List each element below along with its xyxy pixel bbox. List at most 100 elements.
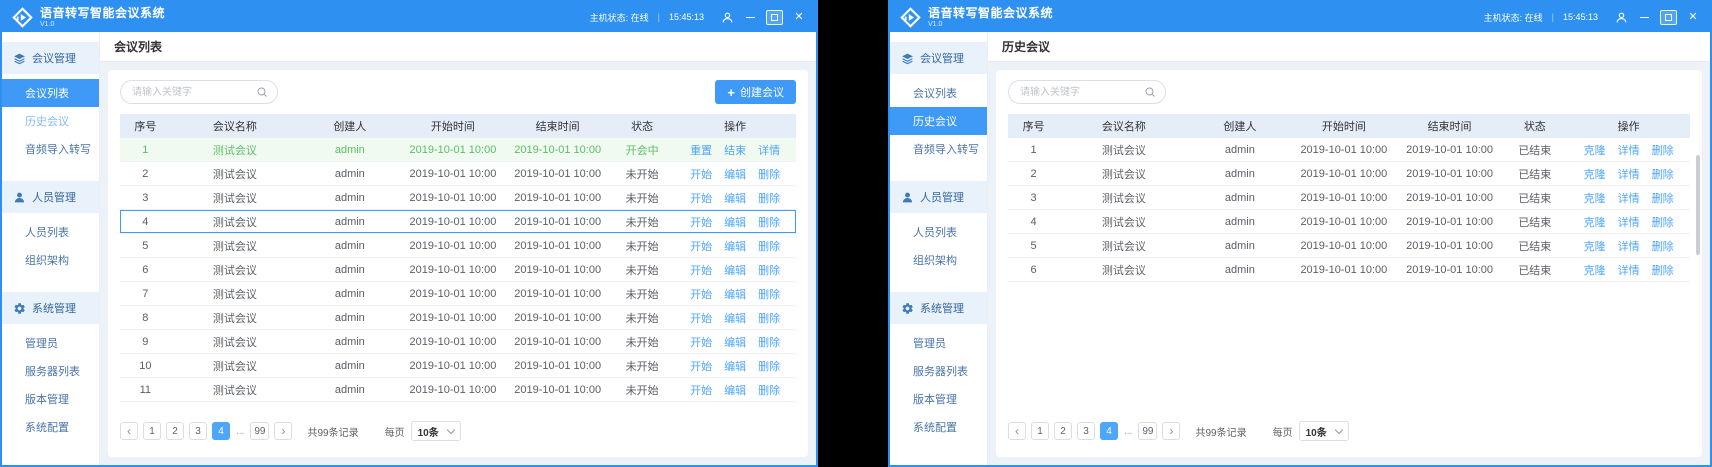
next-page-button[interactable]: › [274,422,292,440]
sidebar-item[interactable]: 服务器列表 [2,357,99,385]
sidebar-item[interactable]: 人员列表 [2,218,99,246]
page-button[interactable]: 3 [1077,422,1095,440]
titlebar[interactable]: 语音转写智能会议系统 V1.0 主机状态: 在线 | 15:45:13 ✕ [890,2,1710,32]
row-action-link[interactable]: 删除 [758,214,780,230]
sidebar-group-header[interactable]: 会议管理 [2,42,99,74]
row-action-link[interactable]: 开始 [690,334,712,350]
table-row[interactable]: 3测试会议admin2019-10-01 10:002019-10-01 10:… [1008,186,1690,210]
row-action-link[interactable]: 开始 [690,286,712,302]
row-action-link[interactable]: 删除 [1652,262,1674,278]
minimize-button[interactable] [743,9,757,25]
page-button[interactable]: 99 [250,422,269,440]
sidebar-item[interactable]: 会议列表 [890,79,987,107]
table-row[interactable]: 7测试会议admin2019-10-01 10:002019-10-01 10:… [120,282,796,306]
next-page-button[interactable]: › [1162,422,1180,440]
sidebar-item[interactable]: 管理员 [890,329,987,357]
table-row[interactable]: 1测试会议admin2019-10-01 10:002019-10-01 10:… [1008,138,1690,162]
minimize-button[interactable] [1637,9,1651,25]
table-row[interactable]: 5测试会议admin2019-10-01 10:002019-10-01 10:… [1008,234,1690,258]
row-action-link[interactable]: 克隆 [1584,190,1606,206]
sidebar-item[interactable]: 版本管理 [890,385,987,413]
row-action-link[interactable]: 删除 [758,382,780,398]
search-input[interactable] [1018,86,1144,99]
row-action-link[interactable]: 克隆 [1584,166,1606,182]
row-action-link[interactable]: 克隆 [1584,214,1606,230]
titlebar[interactable]: 语音转写智能会议系统 V1.0 主机状态: 在线 | 15:45:13 ✕ [2,2,816,32]
user-account-icon[interactable] [1615,11,1628,24]
row-action-link[interactable]: 详情 [1618,238,1640,254]
row-action-link[interactable]: 开始 [690,382,712,398]
row-action-link[interactable]: 详情 [1618,190,1640,206]
row-action-link[interactable]: 开始 [690,214,712,230]
sidebar-item[interactable]: 音频导入转写 [2,135,99,163]
row-action-link[interactable]: 编辑 [724,286,746,302]
row-action-link[interactable]: 删除 [758,262,780,278]
search-input[interactable] [130,86,256,99]
per-page-select[interactable]: 10条 [411,421,461,441]
page-button[interactable]: 3 [189,422,207,440]
row-action-link[interactable]: 详情 [1618,142,1640,158]
row-action-link[interactable]: 结束 [724,142,746,158]
sidebar-group-header[interactable]: 系统管理 [2,292,99,324]
row-action-link[interactable]: 编辑 [724,166,746,182]
sidebar-item[interactable]: 组织架构 [2,246,99,274]
page-button[interactable]: 4 [212,422,230,440]
row-action-link[interactable]: 编辑 [724,382,746,398]
table-row[interactable]: 11测试会议admin2019-10-01 10:002019-10-01 10… [120,378,796,402]
table-row[interactable]: 10测试会议admin2019-10-01 10:002019-10-01 10… [120,354,796,378]
row-action-link[interactable]: 开始 [690,190,712,206]
sidebar-item[interactable]: 版本管理 [2,385,99,413]
row-action-link[interactable]: 编辑 [724,358,746,374]
row-action-link[interactable]: 重置 [690,142,712,158]
row-action-link[interactable]: 删除 [1652,190,1674,206]
close-button[interactable]: ✕ [1686,9,1700,25]
table-row[interactable]: 1测试会议admin2019-10-01 10:002019-10-01 10:… [120,138,796,162]
table-row[interactable]: 6测试会议admin2019-10-01 10:002019-10-01 10:… [1008,258,1690,282]
sidebar-item[interactable]: 服务器列表 [890,357,987,385]
maximize-button[interactable] [1660,9,1677,25]
maximize-button[interactable] [766,9,783,25]
row-action-link[interactable]: 开始 [690,262,712,278]
page-button[interactable]: 2 [1054,422,1072,440]
sidebar-group-header[interactable]: 人员管理 [2,181,99,213]
row-action-link[interactable]: 详情 [1618,214,1640,230]
page-button[interactable]: 99 [1138,422,1157,440]
row-action-link[interactable]: 删除 [758,310,780,326]
sidebar-item[interactable]: 人员列表 [890,218,987,246]
sidebar-group-header[interactable]: 人员管理 [890,181,987,213]
row-action-link[interactable]: 删除 [758,166,780,182]
table-row[interactable]: 5测试会议admin2019-10-01 10:002019-10-01 10:… [120,234,796,258]
row-action-link[interactable]: 开始 [690,238,712,254]
search-icon[interactable] [1144,86,1156,98]
table-row[interactable]: 8测试会议admin2019-10-01 10:002019-10-01 10:… [120,306,796,330]
row-action-link[interactable]: 删除 [758,334,780,350]
row-action-link[interactable]: 删除 [1652,214,1674,230]
sidebar-item[interactable]: 组织架构 [890,246,987,274]
row-action-link[interactable]: 编辑 [724,214,746,230]
sidebar-item[interactable]: 管理员 [2,329,99,357]
per-page-select[interactable]: 10条 [1299,421,1349,441]
row-action-link[interactable]: 删除 [758,190,780,206]
sidebar-item[interactable]: 系统配置 [890,413,987,441]
row-action-link[interactable]: 开始 [690,166,712,182]
prev-page-button[interactable]: ‹ [120,422,138,440]
row-action-link[interactable]: 编辑 [724,190,746,206]
user-account-icon[interactable] [721,11,734,24]
sidebar-item[interactable]: 系统配置 [2,413,99,441]
page-button[interactable]: 2 [166,422,184,440]
table-row[interactable]: 2测试会议admin2019-10-01 10:002019-10-01 10:… [120,162,796,186]
row-action-link[interactable]: 详情 [758,142,780,158]
row-action-link[interactable]: 克隆 [1584,142,1606,158]
row-action-link[interactable]: 开始 [690,358,712,374]
prev-page-button[interactable]: ‹ [1008,422,1026,440]
page-button[interactable]: 1 [143,422,161,440]
row-action-link[interactable]: 克隆 [1584,238,1606,254]
row-action-link[interactable]: 编辑 [724,310,746,326]
row-action-link[interactable]: 删除 [1652,142,1674,158]
row-action-link[interactable]: 克隆 [1584,262,1606,278]
table-row[interactable]: 2测试会议admin2019-10-01 10:002019-10-01 10:… [1008,162,1690,186]
scrollbar-thumb[interactable] [1696,155,1700,255]
row-action-link[interactable]: 详情 [1618,166,1640,182]
row-action-link[interactable]: 编辑 [724,262,746,278]
close-button[interactable]: ✕ [792,9,806,25]
